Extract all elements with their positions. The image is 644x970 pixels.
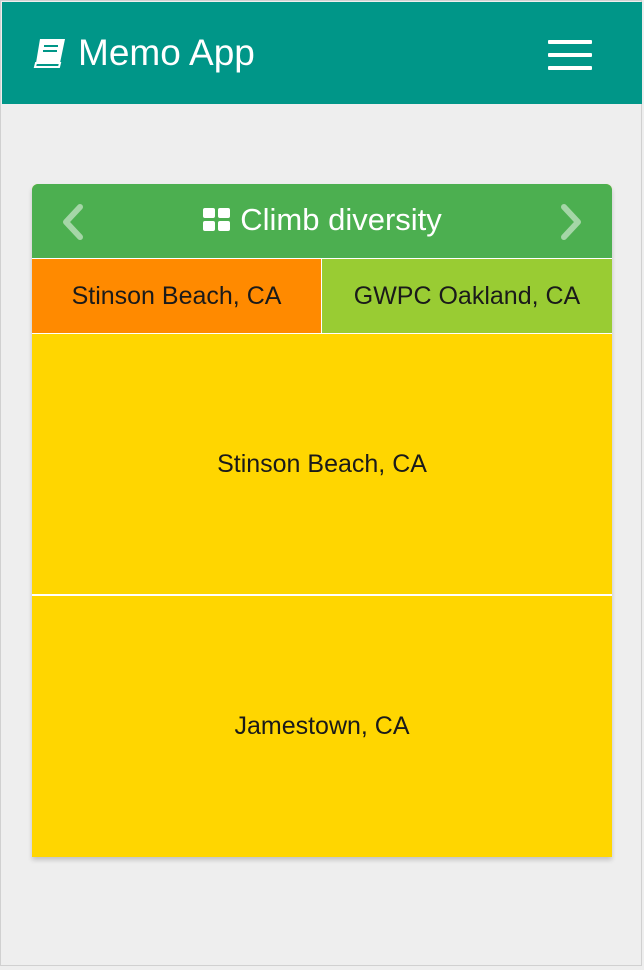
tab-label: Stinson Beach, CA [71,281,282,310]
grid-icon [203,208,231,231]
app-bar: Memo App [2,2,642,104]
tab-gwpc-oakland[interactable]: GWPC Oakland, CA [322,258,612,334]
tile-label: Stinson Beach, CA [217,449,427,478]
book-icon [33,39,65,68]
card-header: Climb diversity [32,184,612,258]
app-title: Memo App [32,32,255,74]
location-tile[interactable]: Jamestown, CA [32,596,612,857]
chevron-right-icon[interactable] [556,204,586,240]
tile-label: Jamestown, CA [234,712,410,740]
tab-stinson-beach[interactable]: Stinson Beach, CA [32,258,322,334]
location-tile[interactable]: Stinson Beach, CA [32,334,612,596]
location-tabs: Stinson Beach, CA GWPC Oakland, CA [32,258,612,334]
tab-label: GWPC Oakland, CA [353,281,581,310]
app-title-text: Memo App [78,32,255,73]
climb-card: Climb diversity Stinson Beach, CA GWPC O… [32,184,612,857]
card-title-text: Climb diversity [240,202,442,237]
card-title: Climb diversity [32,202,612,238]
hamburger-menu-icon[interactable] [548,40,592,70]
